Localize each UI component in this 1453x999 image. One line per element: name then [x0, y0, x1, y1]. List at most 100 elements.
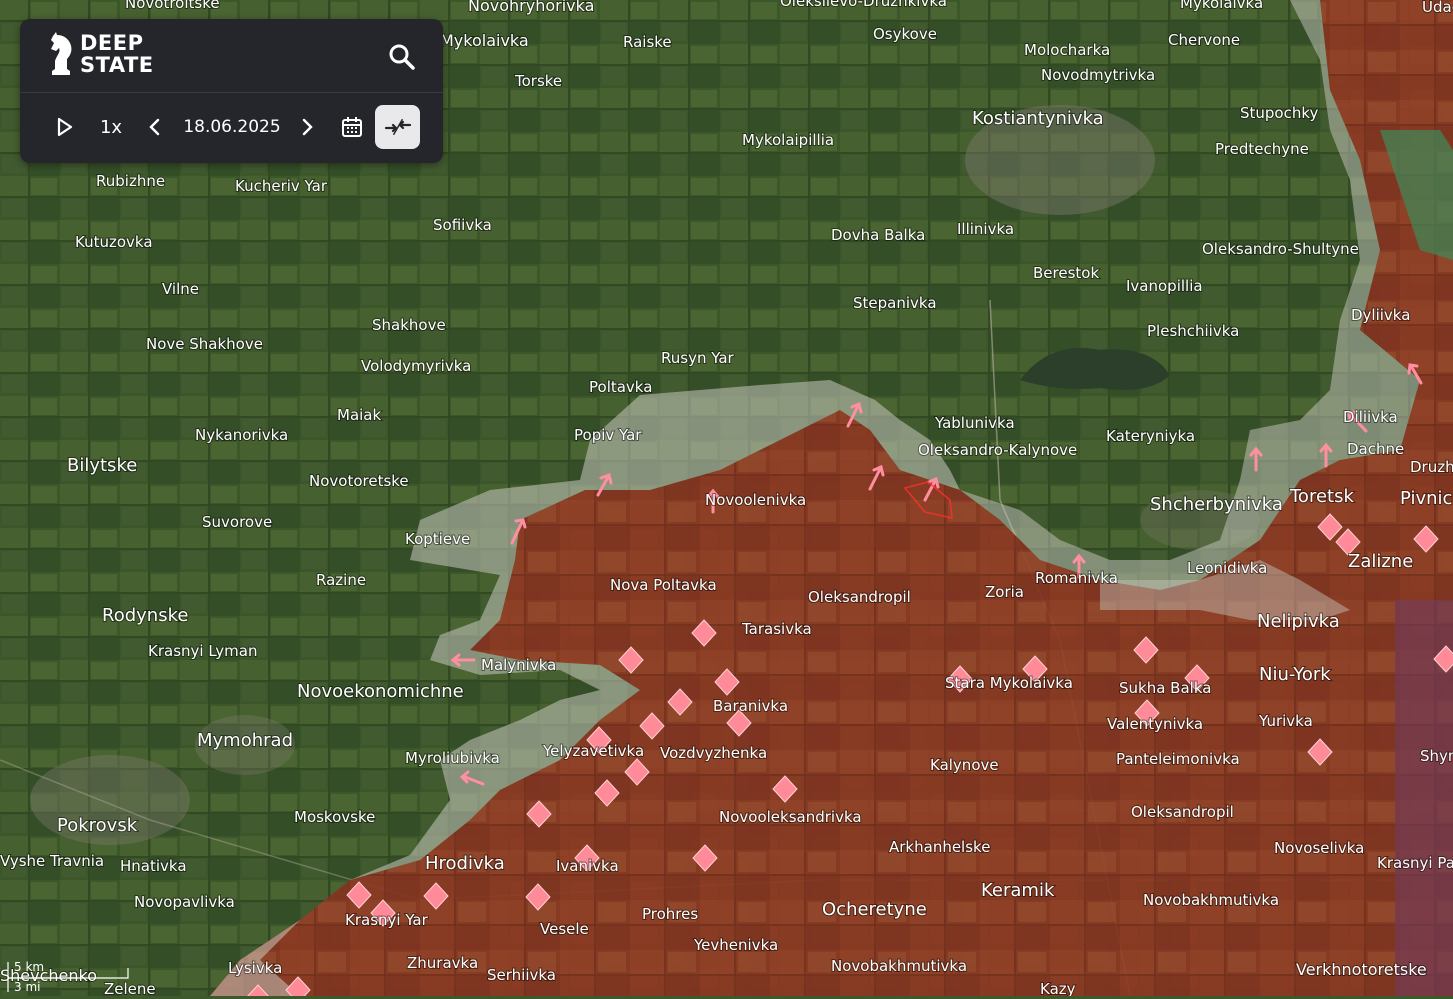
current-date[interactable]: 18.06.2025: [180, 107, 284, 147]
place-label: Druzh: [1410, 458, 1453, 476]
scale-km: 5 km: [14, 960, 45, 974]
play-icon: [57, 117, 73, 137]
place-label: Nova Poltavka: [610, 576, 717, 594]
place-label: Rubizhne: [96, 172, 165, 190]
place-label: Pleshchiivka: [1147, 322, 1239, 340]
place-label: Chervone: [1168, 31, 1240, 49]
place-label: Myroliubivka: [405, 749, 500, 767]
place-label: Shcherbynivka: [1150, 494, 1283, 515]
place-label: Rusyn Yar: [661, 349, 735, 367]
place-label: Novooleksandrivka: [719, 808, 862, 826]
place-label: Nove Shakhove: [146, 335, 263, 353]
place-label: Leonidivka: [1187, 559, 1267, 577]
place-label: Udachne: [1422, 0, 1453, 16]
place-label: Toretsk: [1289, 486, 1354, 507]
place-label: Krasnyi Yar: [345, 911, 429, 929]
previous-date-button[interactable]: [140, 107, 170, 147]
place-label: Stara Mykolaivka: [945, 674, 1073, 692]
place-label: Vilne: [162, 280, 199, 298]
place-label: Zhuravka: [407, 954, 478, 972]
place-label: Oleksandro-Kalynove: [918, 441, 1077, 459]
place-label: Shyn: [1420, 747, 1453, 765]
place-label: Predtechyne: [1215, 140, 1309, 158]
place-label: Krasnyi Pa: [1377, 854, 1453, 872]
place-label: Yurivka: [1258, 712, 1313, 730]
place-label: Yevhenivka: [693, 936, 778, 954]
place-label: Molocharka: [1024, 41, 1110, 59]
chevron-left-icon: [149, 118, 160, 136]
place-label: Nelipivka: [1257, 611, 1340, 632]
place-label: Mykolaivka: [440, 31, 529, 50]
logo-line-2: STATE: [80, 53, 154, 77]
place-label: Kutuzovka: [75, 233, 153, 251]
place-label: Oleksandropil: [1131, 803, 1234, 821]
place-label: Illinivka: [957, 220, 1014, 238]
place-label: Serhiivka: [487, 966, 556, 984]
place-label: Diliivka: [1343, 408, 1398, 426]
place-label: Yelyzavetivka: [542, 742, 644, 760]
place-label: Panteleimonivka: [1116, 750, 1240, 768]
place-label: Maiak: [337, 406, 381, 424]
place-label: Niu-York: [1259, 664, 1331, 685]
place-label: Torske: [514, 72, 562, 90]
place-label: Razine: [316, 571, 366, 589]
place-label: Dovha Balka: [831, 226, 925, 244]
place-label: Kostiantynivka: [972, 108, 1104, 129]
divider: [20, 92, 443, 93]
place-label: Popiv Yar: [574, 426, 642, 444]
place-label: Bilytske: [67, 455, 137, 476]
place-label: Prohres: [642, 905, 698, 923]
place-label: Raiske: [623, 33, 672, 51]
place-label: Rodynske: [102, 605, 188, 626]
place-label: Mykolaivka: [1180, 0, 1263, 12]
speed-button[interactable]: 1x: [94, 107, 128, 147]
place-label: Berestok: [1033, 264, 1099, 282]
place-label: Yablunivka: [934, 414, 1015, 432]
place-label: Valentynivka: [1107, 715, 1203, 733]
place-label: Malynivka: [481, 656, 556, 674]
place-label: Baranivka: [713, 697, 788, 715]
place-label: Hrodivka: [425, 853, 505, 874]
place-label: Novotoretske: [309, 472, 409, 490]
place-label: Oleksandro-Shultyne: [1202, 240, 1359, 258]
place-label: Mymohrad: [197, 730, 293, 751]
next-date-button[interactable]: [292, 107, 322, 147]
place-label: Poltavka: [589, 378, 652, 396]
place-label: Pokrovsk: [57, 815, 138, 836]
calendar-button[interactable]: [337, 107, 367, 147]
place-label: Kateryniyka: [1106, 427, 1195, 445]
place-label: Ivanivka: [556, 857, 619, 875]
scale-bar: 5 km 3 mi: [6, 958, 156, 994]
place-label: Tarasivka: [741, 620, 812, 638]
place-label: Koptieve: [405, 530, 470, 548]
calendar-icon: [342, 117, 362, 137]
play-button[interactable]: [50, 107, 80, 147]
place-label: Novoolenivka: [705, 491, 806, 509]
place-label: Novodmytrivka: [1041, 66, 1155, 84]
place-label: Shakhove: [372, 316, 446, 334]
logo-line-1: DEEP: [80, 31, 144, 55]
place-label: Oleksandropil: [808, 588, 911, 606]
place-label: Novotroitske: [125, 0, 220, 12]
place-label: Novopavlivka: [134, 893, 235, 911]
place-label: Vozdvyzhenka: [660, 744, 767, 762]
place-label: Sofiivka: [433, 216, 492, 234]
deepstate-logo[interactable]: DEEP STATE: [48, 31, 154, 77]
logo-text: DEEP STATE: [80, 32, 154, 76]
place-label: Arkhanhelske: [889, 838, 990, 856]
place-label: Hnativka: [120, 857, 187, 875]
scale-mi: 3 mi: [14, 980, 41, 994]
place-label: Moskovske: [294, 808, 375, 826]
knight-logo-icon: [51, 32, 72, 75]
compare-button[interactable]: [375, 105, 420, 149]
place-label: Verkhnotoretske: [1296, 960, 1427, 979]
place-label: Ivanopillia: [1126, 277, 1203, 295]
place-label: Osykove: [873, 25, 937, 43]
place-label: Kazy: [1040, 980, 1076, 996]
search-button[interactable]: [386, 41, 418, 73]
place-label: Keramik: [981, 880, 1055, 901]
place-label: Stepanivka: [853, 294, 937, 312]
place-label: Nykanorivka: [195, 426, 288, 444]
place-label: Romanivka: [1035, 569, 1118, 587]
place-label: Suvorove: [202, 513, 272, 531]
